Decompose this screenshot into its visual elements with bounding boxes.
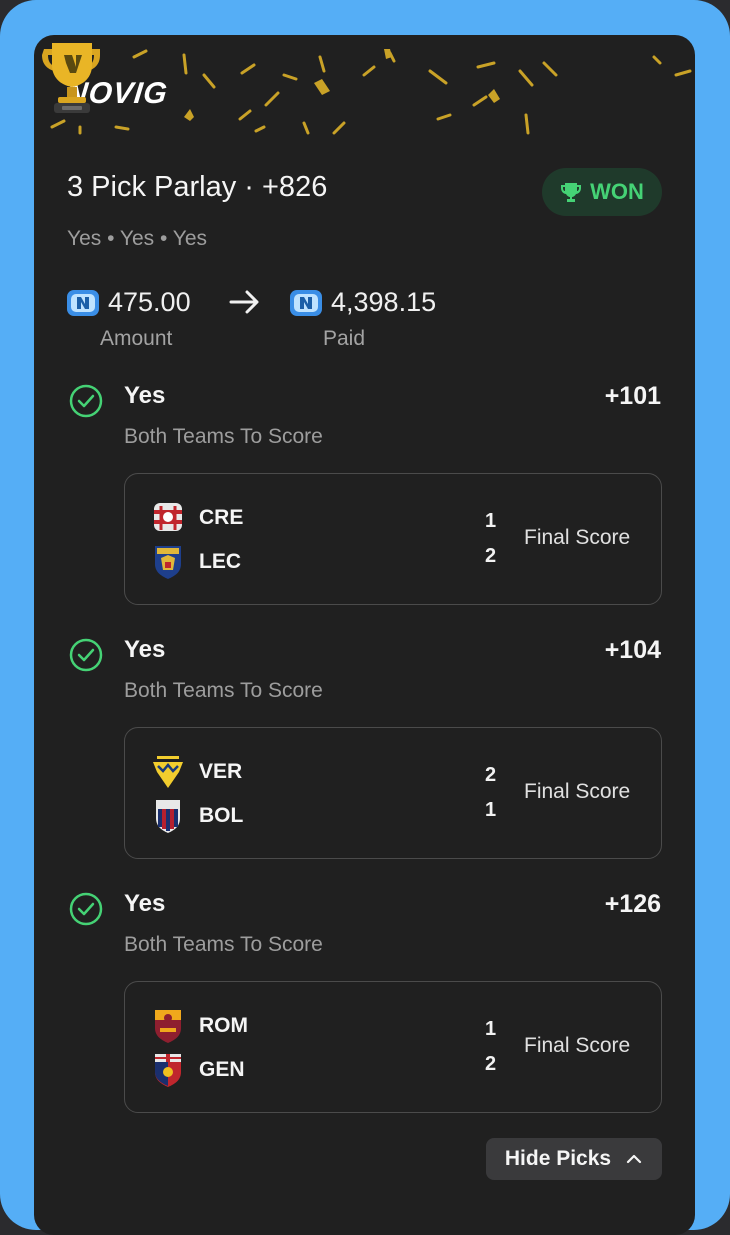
status-text: WON <box>590 179 644 204</box>
home-team-abbr: CRE <box>199 506 244 529</box>
pick-item: Yes +126 Both Teams To Score ROM GEN 1 2… <box>34 890 695 1144</box>
trophy-icon <box>42 43 100 113</box>
game-score-card[interactable]: CRE LEC 1 2 Final Score <box>124 473 662 605</box>
amount-value-group: 475.00 <box>66 287 191 318</box>
home-team-abbr: ROM <box>199 1014 248 1037</box>
celebration-banner: NOVIG <box>34 35 695 145</box>
pick-selection: Yes <box>124 890 166 917</box>
pick-odds: +126 <box>604 890 661 918</box>
app-frame: NOVIG 3 Pick Parlay · +826 WON Yes • Yes… <box>0 0 730 1235</box>
pick-market: Both Teams To Score <box>124 679 323 702</box>
home-score: 2 <box>485 764 497 786</box>
away-team-abbr: GEN <box>199 1058 245 1081</box>
game-status: Final Score <box>524 1034 631 1057</box>
away-team-abbr: BOL <box>199 804 244 827</box>
check-circle-icon <box>69 892 103 926</box>
away-score: 1 <box>485 799 497 821</box>
home-team: CRE <box>151 500 243 536</box>
home-team-abbr: VER <box>199 760 243 783</box>
pick-selection: Yes <box>124 636 166 663</box>
selections-summary: Yes • Yes • Yes <box>67 227 208 250</box>
paid-label: Paid <box>323 327 366 350</box>
amount-label: Amount <box>100 327 173 350</box>
away-score: 2 <box>485 1053 497 1075</box>
hide-picks-button[interactable]: Hide Picks <box>486 1138 662 1180</box>
status-badge: WON <box>542 168 662 216</box>
game-status: Final Score <box>524 526 631 549</box>
trophy-icon <box>561 183 582 202</box>
home-team: VER <box>151 754 242 790</box>
pick-selection: Yes <box>124 382 166 409</box>
novig-coin-icon <box>290 289 322 316</box>
genoa-crest-icon <box>155 1054 181 1087</box>
pick-odds: +101 <box>604 382 661 410</box>
hide-picks-label: Hide Picks <box>504 1147 612 1170</box>
parlay-title: 3 Pick Parlay · +826 <box>67 171 328 203</box>
arrow-right-icon <box>229 290 259 314</box>
away-team: BOL <box>151 798 243 834</box>
game-score-card[interactable]: ROM GEN 1 2 Final Score <box>124 981 662 1113</box>
pick-odds: +104 <box>604 636 661 664</box>
amount-value: 475.00 <box>108 287 191 317</box>
pick-market: Both Teams To Score <box>124 425 323 448</box>
game-status: Final Score <box>524 780 631 803</box>
away-team: GEN <box>151 1052 245 1088</box>
pick-market: Both Teams To Score <box>124 933 323 956</box>
home-team: ROM <box>151 1008 248 1044</box>
bet-card: NOVIG 3 Pick Parlay · +826 WON Yes • Yes… <box>34 35 695 1235</box>
verona-crest-icon <box>153 756 183 788</box>
away-team: LEC <box>151 544 241 580</box>
home-score: 1 <box>485 1018 497 1040</box>
chevron-up-icon <box>627 1154 642 1164</box>
game-score-card[interactable]: VER BOL 2 1 Final Score <box>124 727 662 859</box>
pick-item: Yes +104 Both Teams To Score VER BOL 2 1… <box>34 636 695 890</box>
pick-item: Yes +101 Both Teams To Score CRE LEC 1 2… <box>34 382 695 636</box>
paid-value-group: 4,398.15 <box>289 287 436 318</box>
cremonese-crest-icon <box>154 503 182 531</box>
bologna-crest-icon <box>156 800 180 833</box>
novig-coin-icon <box>67 289 99 316</box>
paid-value: 4,398.15 <box>331 287 437 317</box>
away-score: 2 <box>485 545 497 567</box>
home-score: 1 <box>485 510 497 532</box>
away-team-abbr: LEC <box>199 550 241 573</box>
check-circle-icon <box>69 638 103 672</box>
check-circle-icon <box>69 384 103 418</box>
lecce-crest-icon <box>155 546 181 579</box>
roma-crest-icon <box>155 1010 181 1043</box>
